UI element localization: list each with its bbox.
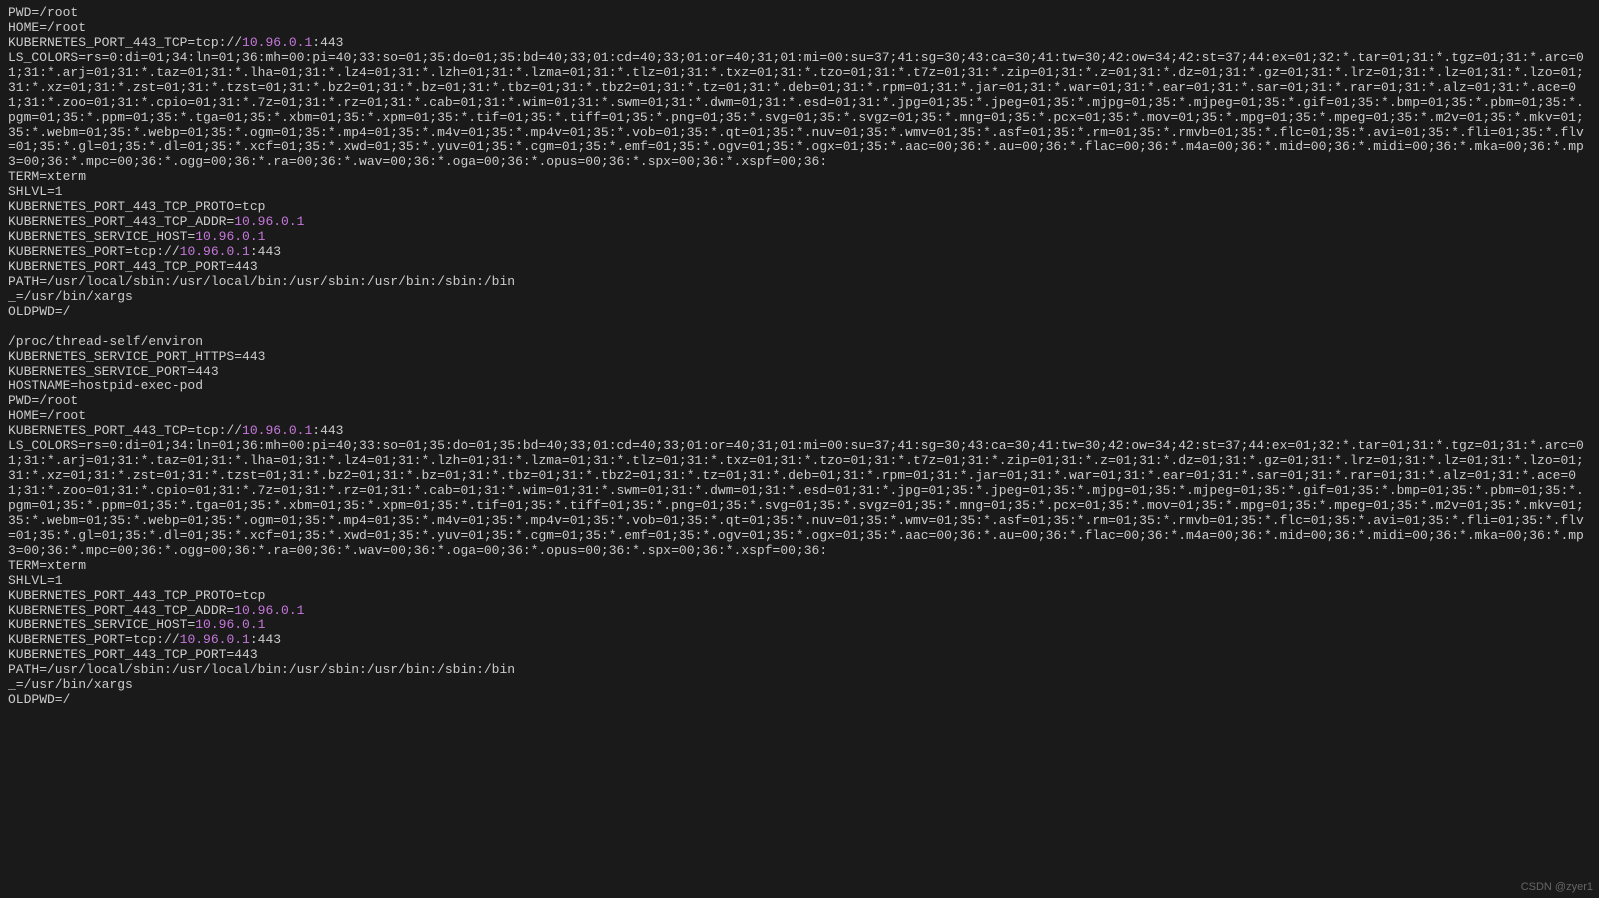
env-ls-colors: LS_COLORS=rs=0:di=01;34:ln=01;36:mh=00:p… — [8, 438, 1584, 558]
env-k8s-port: KUBERNETES_PORT=tcp://10.96.0.1:443 — [8, 632, 281, 647]
env-k8s-443-proto: KUBERNETES_PORT_443_TCP_PROTO=tcp — [8, 199, 265, 214]
env-k8s-443-port: KUBERNETES_PORT_443_TCP_PORT=443 — [8, 259, 258, 274]
env-home: HOME=/root — [8, 408, 86, 423]
env-path: PATH=/usr/local/sbin:/usr/local/bin:/usr… — [8, 662, 515, 677]
env-path: PATH=/usr/local/sbin:/usr/local/bin:/usr… — [8, 274, 515, 289]
env-k8s-443-addr: KUBERNETES_PORT_443_TCP_ADDR=10.96.0.1 — [8, 214, 304, 229]
terminal-output: PWD=/root HOME=/root KUBERNETES_PORT_443… — [0, 0, 1599, 708]
ip-address: 10.96.0.1 — [234, 214, 304, 229]
ip-address: 10.96.0.1 — [242, 423, 312, 438]
env-k8s-port: KUBERNETES_PORT=tcp://10.96.0.1:443 — [8, 244, 281, 259]
proc-path: /proc/thread-self/environ — [8, 334, 203, 349]
env-oldpwd: OLDPWD=/ — [8, 692, 70, 707]
env-k8s-443-proto: KUBERNETES_PORT_443_TCP_PROTO=tcp — [8, 588, 265, 603]
ip-address: 10.96.0.1 — [180, 632, 250, 647]
watermark: CSDN @zyer1 — [1521, 881, 1593, 894]
env-svc-port-https: KUBERNETES_SERVICE_PORT_HTTPS=443 — [8, 349, 265, 364]
env-k8s-svc-host: KUBERNETES_SERVICE_HOST=10.96.0.1 — [8, 229, 265, 244]
env-oldpwd: OLDPWD=/ — [8, 304, 70, 319]
env-pwd: PWD=/root — [8, 393, 78, 408]
env-k8s-443-tcp: KUBERNETES_PORT_443_TCP=tcp://10.96.0.1:… — [8, 423, 343, 438]
env-pwd: PWD=/root — [8, 5, 78, 20]
env-underscore: _=/usr/bin/xargs — [8, 677, 133, 692]
ip-address: 10.96.0.1 — [242, 35, 312, 50]
env-k8s-443-tcp: KUBERNETES_PORT_443_TCP=tcp://10.96.0.1:… — [8, 35, 343, 50]
env-underscore: _=/usr/bin/xargs — [8, 289, 133, 304]
env-shlvl: SHLVL=1 — [8, 573, 63, 588]
env-svc-port: KUBERNETES_SERVICE_PORT=443 — [8, 364, 219, 379]
env-shlvl: SHLVL=1 — [8, 184, 63, 199]
env-home: HOME=/root — [8, 20, 86, 35]
env-term: TERM=xterm — [8, 169, 86, 184]
ip-address: 10.96.0.1 — [195, 617, 265, 632]
ip-address: 10.96.0.1 — [180, 244, 250, 259]
env-k8s-svc-host: KUBERNETES_SERVICE_HOST=10.96.0.1 — [8, 617, 265, 632]
env-ls-colors: LS_COLORS=rs=0:di=01;34:ln=01;36:mh=00:p… — [8, 50, 1584, 170]
ip-address: 10.96.0.1 — [195, 229, 265, 244]
env-k8s-443-port: KUBERNETES_PORT_443_TCP_PORT=443 — [8, 647, 258, 662]
env-k8s-443-addr: KUBERNETES_PORT_443_TCP_ADDR=10.96.0.1 — [8, 603, 304, 618]
env-term: TERM=xterm — [8, 558, 86, 573]
env-hostname: HOSTNAME=hostpid-exec-pod — [8, 378, 203, 393]
ip-address: 10.96.0.1 — [234, 603, 304, 618]
